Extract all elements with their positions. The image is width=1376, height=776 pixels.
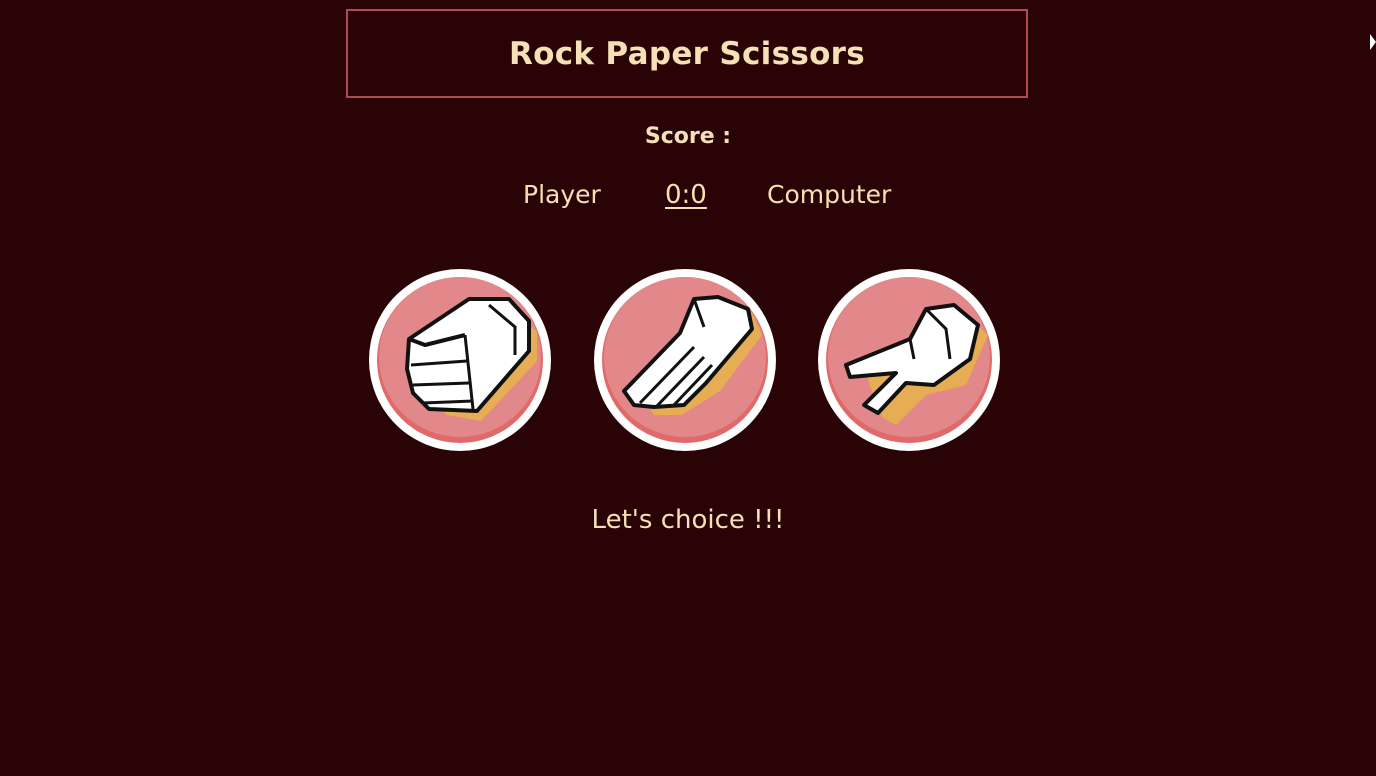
mouse-cursor-icon bbox=[1370, 34, 1376, 50]
score-label: Score : bbox=[644, 124, 732, 149]
rock-button[interactable] bbox=[369, 269, 551, 451]
game-page: Rock Paper Scissors Score : Player 0:0 C… bbox=[0, 0, 1376, 776]
score-value: 0:0 bbox=[665, 180, 707, 210]
player-label: Player bbox=[523, 180, 601, 209]
title-box: Rock Paper Scissors bbox=[346, 9, 1028, 98]
scissors-button[interactable] bbox=[818, 269, 1000, 451]
computer-label: Computer bbox=[767, 180, 892, 209]
scissors-hand-icon bbox=[844, 303, 988, 425]
status-message: Let's choice !!! bbox=[591, 505, 785, 535]
rock-hand-icon bbox=[405, 297, 537, 421]
score-row: Player 0:0 Computer bbox=[0, 178, 1376, 218]
page-title: Rock Paper Scissors bbox=[508, 35, 866, 72]
paper-button[interactable] bbox=[594, 269, 776, 451]
paper-hand-icon bbox=[622, 295, 762, 415]
